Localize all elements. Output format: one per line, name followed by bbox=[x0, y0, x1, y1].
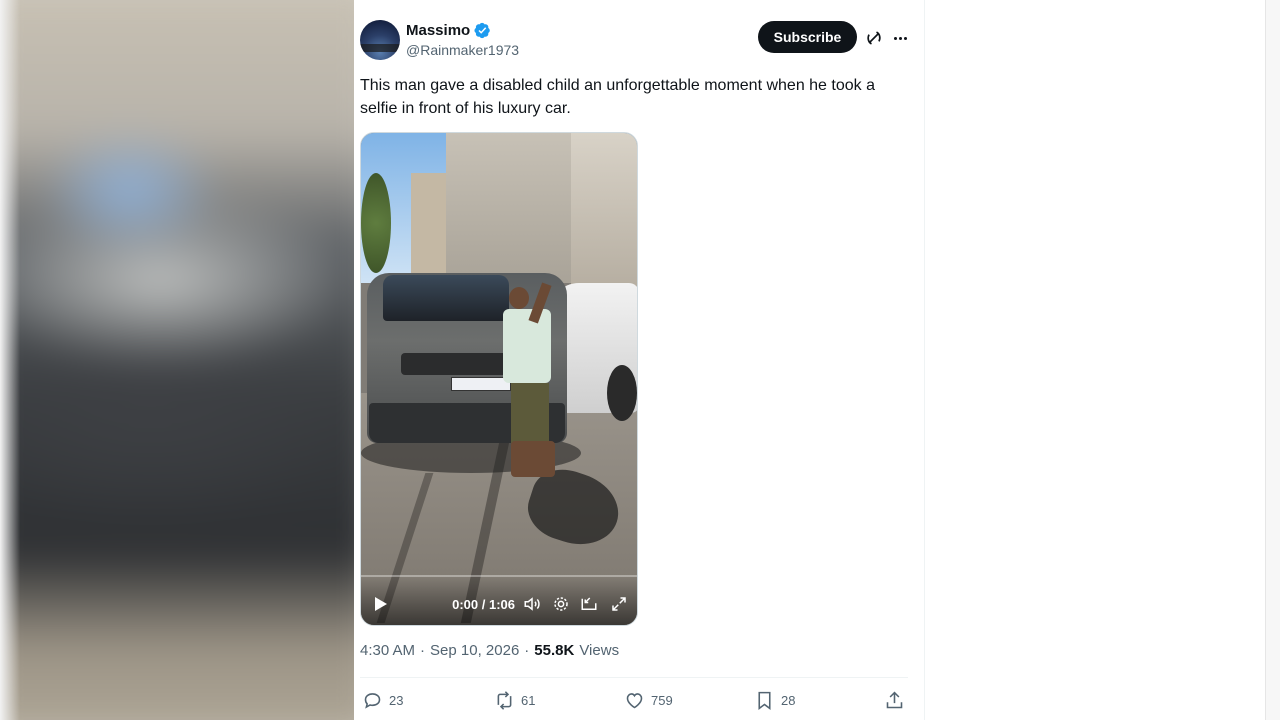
grok-icon[interactable] bbox=[864, 28, 884, 48]
heart-icon bbox=[626, 693, 643, 709]
bookmark-count: 28 bbox=[781, 693, 796, 708]
bookmark-icon bbox=[758, 691, 771, 710]
author-handle[interactable]: @Rainmaker1973 bbox=[406, 42, 519, 58]
meta-separator: · bbox=[420, 642, 426, 659]
share-icon bbox=[886, 691, 903, 709]
repost-button[interactable]: 61 bbox=[494, 690, 535, 711]
more-icon[interactable] bbox=[890, 28, 910, 48]
video-player[interactable]: 0:00 / 1:06 bbox=[360, 132, 638, 626]
tweet-text: This man gave a disabled child an unforg… bbox=[360, 77, 875, 117]
reply-button[interactable]: 23 bbox=[362, 690, 403, 711]
share-button[interactable] bbox=[884, 690, 905, 711]
verified-badge-icon bbox=[474, 22, 490, 39]
scrollbar[interactable] bbox=[1265, 0, 1280, 720]
reply-count: 23 bbox=[389, 693, 404, 708]
subscribe-button[interactable]: Subscribe bbox=[758, 21, 857, 53]
repost-count: 61 bbox=[521, 693, 536, 708]
video-progress-bar[interactable] bbox=[361, 575, 637, 577]
settings-icon[interactable] bbox=[552, 595, 570, 613]
page: Massimo @Rainmaker1973 Subscribe This ma… bbox=[0, 0, 1280, 720]
repost-icon bbox=[497, 691, 512, 710]
avatar[interactable] bbox=[360, 20, 400, 60]
tweet-date[interactable]: Sep 10, 2026 bbox=[430, 642, 519, 659]
divider bbox=[360, 677, 908, 678]
play-icon[interactable] bbox=[375, 597, 387, 611]
meta-separator: · bbox=[524, 642, 530, 659]
tweet-time[interactable]: 4:30 AM bbox=[360, 642, 415, 659]
bookmark-button[interactable]: 28 bbox=[754, 690, 795, 711]
author-name-row: Massimo bbox=[406, 22, 491, 39]
blurred-video-backdrop bbox=[0, 0, 354, 720]
views-label: Views bbox=[579, 642, 620, 659]
reply-icon bbox=[364, 693, 381, 709]
video-time: 0:00 / 1:06 bbox=[452, 597, 515, 612]
fullscreen-icon[interactable] bbox=[610, 595, 628, 613]
views-count: 55.8K bbox=[534, 642, 575, 659]
like-count: 759 bbox=[651, 693, 673, 708]
tweet-meta: 4:30 AM · Sep 10, 2026 · 55.8K Views bbox=[360, 642, 619, 659]
like-button[interactable]: 759 bbox=[624, 690, 673, 711]
author-display-name[interactable]: Massimo bbox=[406, 22, 470, 39]
license-plate bbox=[451, 377, 511, 391]
volume-icon[interactable] bbox=[523, 595, 541, 613]
action-bar: 23 61 759 28 bbox=[362, 690, 910, 712]
pip-icon[interactable] bbox=[580, 595, 598, 613]
